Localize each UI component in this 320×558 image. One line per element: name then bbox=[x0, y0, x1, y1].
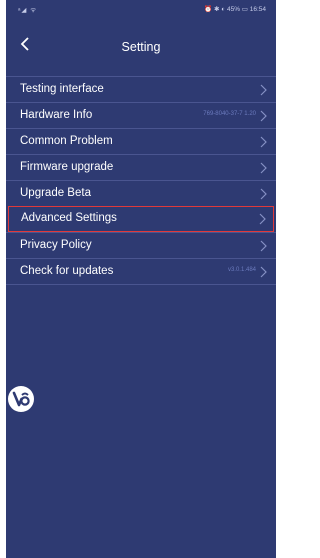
chevron-right-icon bbox=[260, 136, 267, 148]
menu-item-privacy-policy[interactable]: Privacy Policy bbox=[6, 232, 276, 258]
settings-list: Testing interface Hardware Info 769-8040… bbox=[6, 76, 276, 285]
menu-item-label: Firmware upgrade bbox=[20, 161, 114, 173]
menu-item-testing-interface[interactable]: Testing interface bbox=[6, 76, 276, 102]
menu-item-upgrade-beta[interactable]: Upgrade Beta bbox=[6, 180, 276, 206]
app-logo-icon bbox=[12, 391, 30, 407]
menu-item-label: Common Problem bbox=[20, 135, 113, 147]
menu-item-label: Upgrade Beta bbox=[20, 187, 91, 199]
app-version-value: v3.0.1.484 bbox=[227, 267, 256, 273]
menu-item-hardware-info[interactable]: Hardware Info 769-8040-37-7 1.20 bbox=[6, 102, 276, 128]
page-title: Setting bbox=[121, 40, 161, 54]
status-right-indicators: ⏰ ✱ ◐ 45% ▭ 16:54 bbox=[204, 6, 266, 13]
menu-item-common-problem[interactable]: Common Problem bbox=[6, 128, 276, 154]
menu-item-check-for-updates[interactable]: Check for updates v3.0.1.484 bbox=[6, 258, 276, 284]
chevron-right-icon bbox=[260, 188, 267, 200]
menu-item-label: Privacy Policy bbox=[20, 239, 92, 251]
chevron-right-icon bbox=[259, 213, 266, 225]
menu-item-firmware-upgrade[interactable]: Firmware upgrade bbox=[6, 154, 276, 180]
status-bar: ᵃ◢ ᯤ ⏰ ✱ ◐ 45% ▭ 16:54 bbox=[6, 0, 276, 18]
menu-item-label: Check for updates bbox=[20, 265, 114, 277]
chevron-right-icon bbox=[260, 240, 267, 252]
chevron-right-icon bbox=[260, 84, 267, 96]
signal-wifi-indicator: ᵃ◢ ᯤ bbox=[18, 7, 38, 14]
list-divider bbox=[6, 284, 276, 285]
header-bar: Setting bbox=[6, 26, 276, 66]
hardware-version-value: 769-8040-37-7 1.20 bbox=[203, 111, 256, 117]
menu-item-label: Testing interface bbox=[20, 83, 104, 95]
chevron-right-icon bbox=[260, 110, 267, 122]
chevron-right-icon bbox=[260, 162, 267, 174]
settings-screen: ᵃ◢ ᯤ ⏰ ✱ ◐ 45% ▭ 16:54 Setting Testing i… bbox=[6, 0, 276, 558]
menu-item-label: Hardware Info bbox=[20, 109, 93, 121]
menu-item-label: Advanced Settings bbox=[21, 212, 117, 224]
floating-assistant-button[interactable] bbox=[8, 386, 34, 412]
chevron-right-icon bbox=[260, 266, 267, 278]
menu-item-advanced-settings[interactable]: Advanced Settings bbox=[8, 206, 274, 232]
